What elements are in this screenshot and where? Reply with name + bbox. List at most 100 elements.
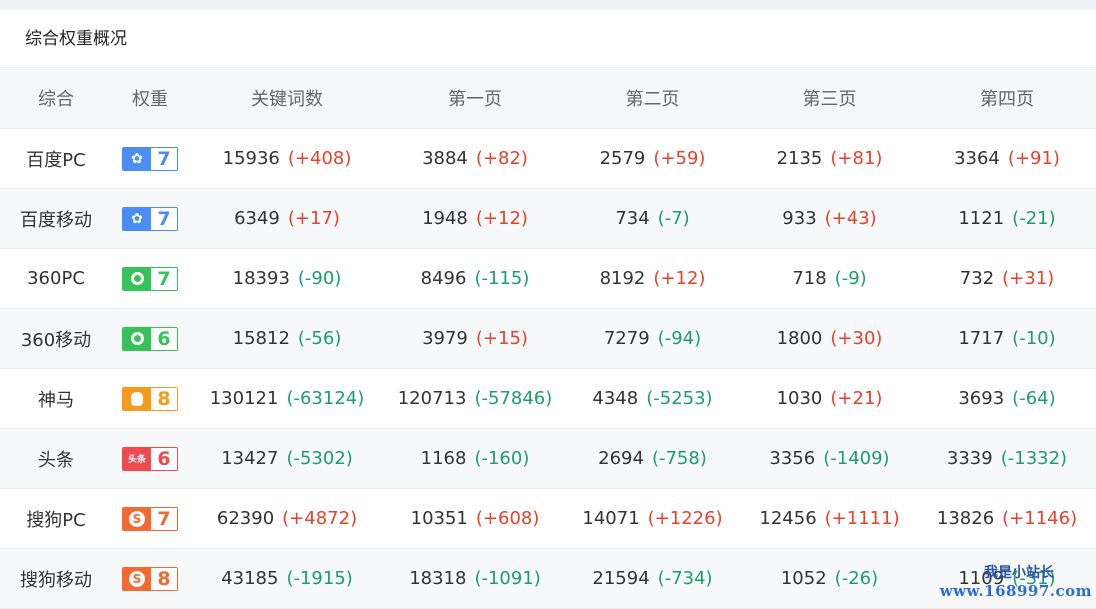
- panel-title: 综合权重概况: [0, 10, 1096, 68]
- sogou-logo-icon: S: [123, 568, 151, 590]
- page4-change: (-1332): [1001, 448, 1067, 469]
- page1-count: 8496: [421, 268, 467, 289]
- page2-count: 2694: [598, 448, 644, 469]
- column-header-weight: 权重: [112, 68, 188, 129]
- page1-count: 10351: [411, 508, 468, 529]
- weight-value: 7: [151, 208, 177, 230]
- table-row: 360PC 7 18393(-90) 8496(-115) 8192(+12) …: [0, 249, 1096, 309]
- page1-change: (-115): [474, 268, 529, 289]
- weight-badge[interactable]: S 7: [122, 507, 178, 531]
- keywords-cell: 62390(+4872): [188, 489, 386, 549]
- page1-change: (+82): [476, 148, 528, 169]
- page4-count: 1121: [958, 208, 1004, 229]
- keywords-cell: 18393(-90): [188, 249, 386, 309]
- page2-change: (+59): [653, 148, 705, 169]
- page4-change: (+91): [1008, 148, 1060, 169]
- weight-badge[interactable]: ✿ 7: [122, 147, 178, 171]
- page1-cell: 120713 (-57846): [386, 369, 564, 429]
- page1-count: 1948: [422, 208, 468, 229]
- page2-count: 734: [615, 208, 649, 229]
- weight-badge[interactable]: 7: [122, 267, 178, 291]
- table-row: 头条 头条 6 13427(-5302) 1168(-160) 2694(-75…: [0, 429, 1096, 489]
- column-header-page2: 第二页: [564, 68, 741, 129]
- weight-badge[interactable]: 6: [122, 327, 178, 351]
- weight-cell: ✿ 7: [112, 189, 188, 249]
- engine-name: 360移动: [0, 309, 112, 369]
- page4-cell: 732(+31): [918, 249, 1096, 309]
- page1-change: (+12): [476, 208, 528, 229]
- keywords-cell: 15812(-56): [188, 309, 386, 369]
- page4-count: 1717: [958, 328, 1004, 349]
- engine-name: 百度移动: [0, 189, 112, 249]
- weight-value: 8: [151, 568, 177, 590]
- page2-change: (+1226): [648, 508, 723, 529]
- page1-cell: 3979 (+15): [386, 309, 564, 369]
- page3-count: 1800: [777, 328, 823, 349]
- page2-change: (-734): [658, 568, 713, 589]
- column-header-page1: 第一页: [386, 68, 564, 129]
- page2-change: (-5253): [646, 388, 712, 409]
- page1-count: 3979: [422, 328, 468, 349]
- page3-cell: 1800 (+30): [741, 309, 918, 369]
- keywords-change: (-90): [298, 268, 341, 289]
- weight-badge[interactable]: S 8: [122, 567, 178, 591]
- weight-value: 7: [151, 508, 177, 530]
- page1-count: 18318: [409, 568, 466, 589]
- keywords-change: (+408): [288, 148, 351, 169]
- weight-value: 6: [151, 448, 177, 470]
- page3-cell: 933(+43): [741, 189, 918, 249]
- page1-change: (-160): [474, 448, 529, 469]
- page2-cell: 21594(-734): [564, 549, 741, 609]
- page2-cell: 2579 (+59): [564, 129, 741, 189]
- page2-count: 14071: [582, 508, 639, 529]
- keywords-cell: 13427(-5302): [188, 429, 386, 489]
- page1-cell: 10351(+608): [386, 489, 564, 549]
- table-row: 360移动 6 15812(-56) 3979(+15) 7279(-94) 1…: [0, 309, 1096, 369]
- 360-logo-icon: [123, 328, 151, 350]
- weight-cell: 头条 6: [112, 429, 188, 489]
- baidu-paw-icon: ✿: [123, 148, 151, 170]
- weight-value: 8: [151, 388, 177, 410]
- page3-change: (+30): [830, 328, 882, 349]
- page4-count: 3339: [947, 448, 993, 469]
- weight-table: 综合 权重 关键词数 第一页 第二页 第三页 第四页 百度PC ✿ 7 1593…: [0, 68, 1096, 609]
- page1-count: 120713: [398, 388, 467, 409]
- engine-name: 搜狗移动: [0, 549, 112, 609]
- keywords-cell: 15936(+408): [188, 129, 386, 189]
- page2-count: 2579: [600, 148, 646, 169]
- page4-cell: 3339 (-1332): [918, 429, 1096, 489]
- page3-cell: 1052(-26): [741, 549, 918, 609]
- keywords-count: 15812: [233, 328, 290, 349]
- page3-change: (-26): [835, 568, 878, 589]
- page4-change: (+1146): [1002, 508, 1077, 529]
- weight-cell: 7: [112, 249, 188, 309]
- baidu-paw-icon: ✿: [123, 208, 151, 230]
- weight-badge[interactable]: ✿ 7: [122, 207, 178, 231]
- table-row: 神马 8 130121(-63124) 120713(-57846) 4348(…: [0, 369, 1096, 429]
- page4-count: 3693: [958, 388, 1004, 409]
- page3-cell: 2135 (+81): [741, 129, 918, 189]
- weight-cell: 6: [112, 309, 188, 369]
- page1-change: (-1091): [474, 568, 540, 589]
- page3-change: (+81): [830, 148, 882, 169]
- page2-change: (+12): [653, 268, 705, 289]
- engine-name: 搜狗PC: [0, 489, 112, 549]
- page2-change: (-94): [658, 328, 701, 349]
- weight-badge[interactable]: 8: [122, 387, 178, 411]
- watermark-text: 我是小站长: [940, 562, 1092, 582]
- page4-count: 13826: [937, 508, 994, 529]
- column-header-engine: 综合: [0, 68, 112, 129]
- weight-badge[interactable]: 头条 6: [122, 447, 178, 471]
- page4-cell: 3693(-64): [918, 369, 1096, 429]
- page3-change: (-1409): [823, 448, 889, 469]
- page1-change: (+15): [476, 328, 528, 349]
- page1-change: (-57846): [474, 388, 552, 409]
- page3-change: (+1111): [825, 508, 900, 529]
- page3-count: 2135: [777, 148, 823, 169]
- column-header-keywords: 关键词数: [188, 68, 386, 129]
- weight-value: 7: [151, 148, 177, 170]
- page4-cell: 1121(-21): [918, 189, 1096, 249]
- engine-name: 360PC: [0, 249, 112, 309]
- weight-cell: S 8: [112, 549, 188, 609]
- weight-cell: S 7: [112, 489, 188, 549]
